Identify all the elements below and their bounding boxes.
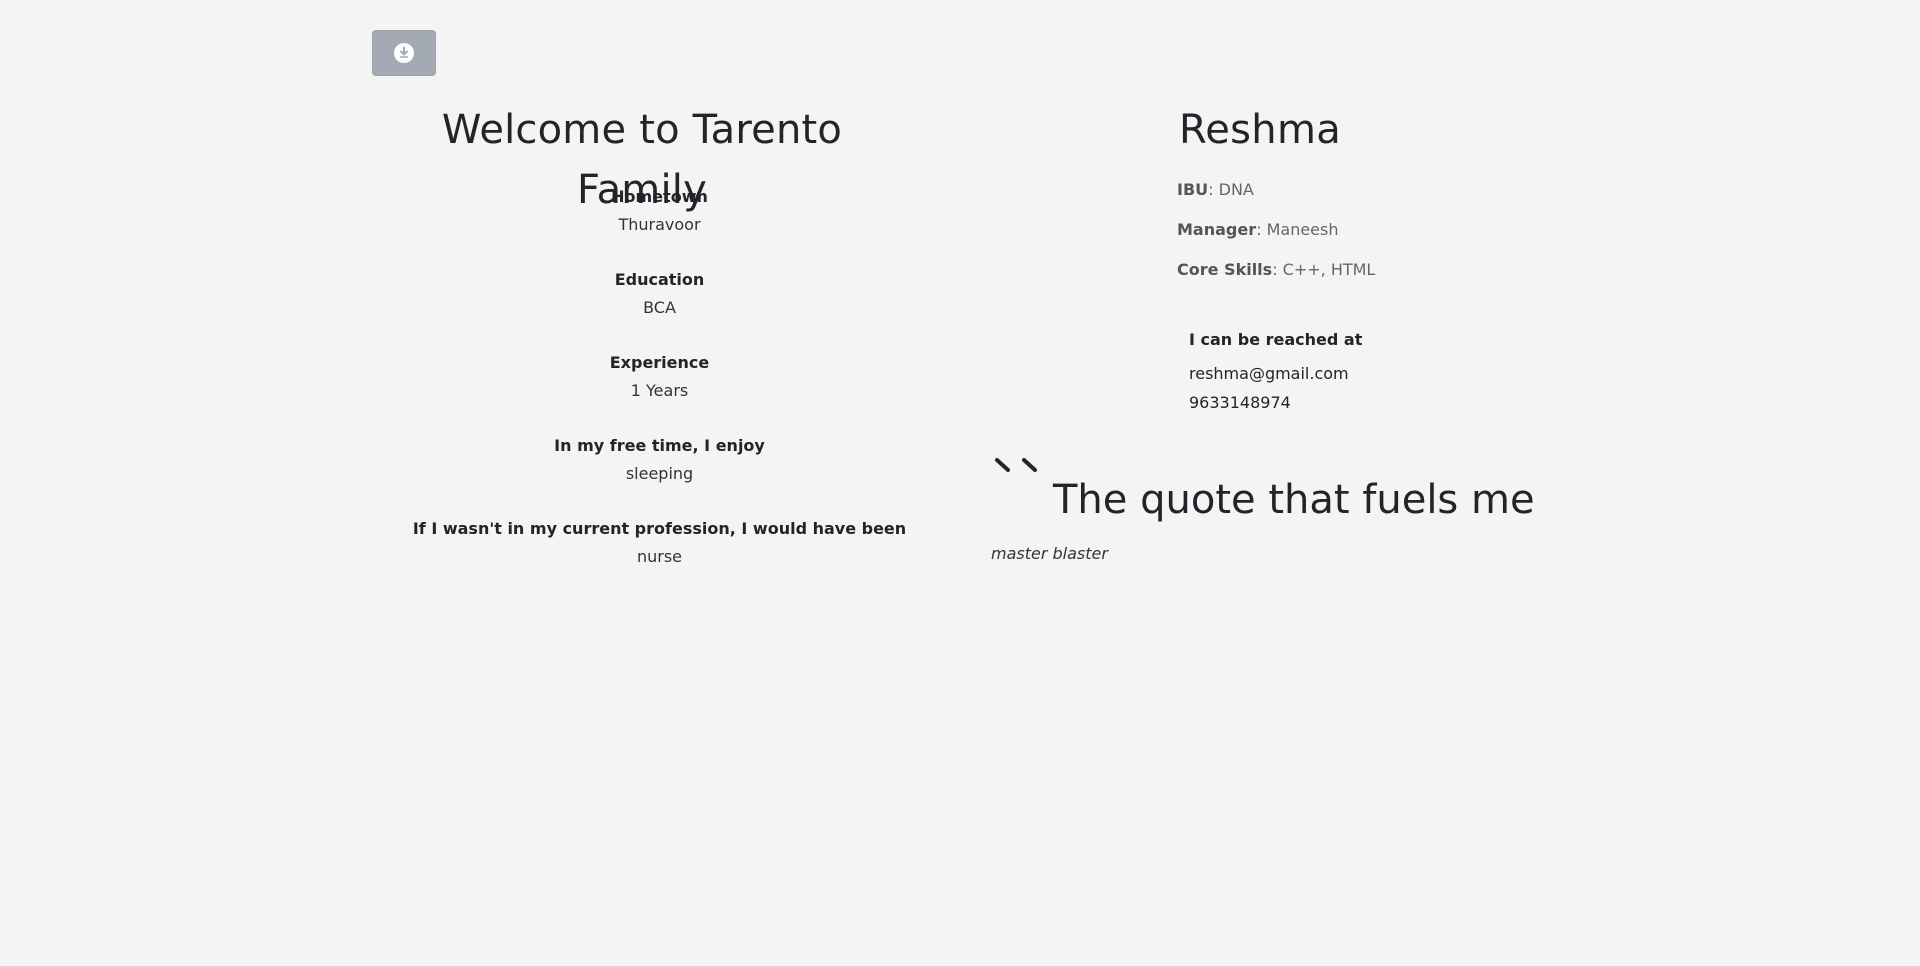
info-label: In my free time, I enjoy	[554, 436, 765, 455]
employee-name: Reshma	[1178, 107, 1342, 153]
detail-label: Manager	[1177, 220, 1257, 239]
info-label: Hometown	[611, 187, 708, 206]
info-label: If I wasn't in my current profession, I …	[412, 519, 907, 538]
detail-ibu: IBU: DNA	[1177, 179, 1254, 201]
profile-page: Welcome to Tarento Family Hometown Thura…	[0, 0, 1920, 966]
info-label: Education	[614, 270, 705, 289]
detail-label: IBU	[1177, 180, 1209, 199]
download-icon	[394, 43, 414, 63]
detail-value: : Maneesh	[1256, 220, 1339, 239]
info-item-free-time: In my free time, I enjoy sleeping	[372, 433, 947, 516]
contact-phone[interactable]: 9633148974	[1189, 392, 1291, 414]
detail-manager: Manager: Maneesh	[1177, 219, 1339, 241]
detail-label: Core Skills	[1177, 260, 1273, 279]
quote-heading: The quote that fuels me	[1053, 477, 1535, 523]
info-value: sleeping	[625, 464, 694, 483]
detail-value: : DNA	[1208, 180, 1254, 199]
quote-text: master blaster	[991, 544, 1108, 563]
contact-email[interactable]: reshma@gmail.com	[1189, 363, 1349, 385]
info-value: nurse	[636, 547, 683, 566]
download-button[interactable]	[372, 30, 436, 76]
info-item-experience: Experience 1 Years	[372, 350, 947, 433]
info-list: Hometown Thuravoor Education BCA Experie…	[372, 184, 947, 599]
detail-core-skills: Core Skills: C++, HTML	[1177, 259, 1375, 281]
info-value: 1 Years	[630, 381, 689, 400]
info-item-alt-profession: If I wasn't in my current profession, I …	[372, 516, 947, 599]
info-item-education: Education BCA	[372, 267, 947, 350]
contact-heading: I can be reached at	[1189, 330, 1363, 349]
info-label: Experience	[609, 353, 710, 372]
info-value: BCA	[643, 298, 676, 317]
info-value: Thuravoor	[618, 215, 701, 234]
detail-value: : C++, HTML	[1272, 260, 1376, 279]
quote-open-icon	[995, 458, 1037, 472]
info-item-hometown: Hometown Thuravoor	[372, 184, 947, 267]
